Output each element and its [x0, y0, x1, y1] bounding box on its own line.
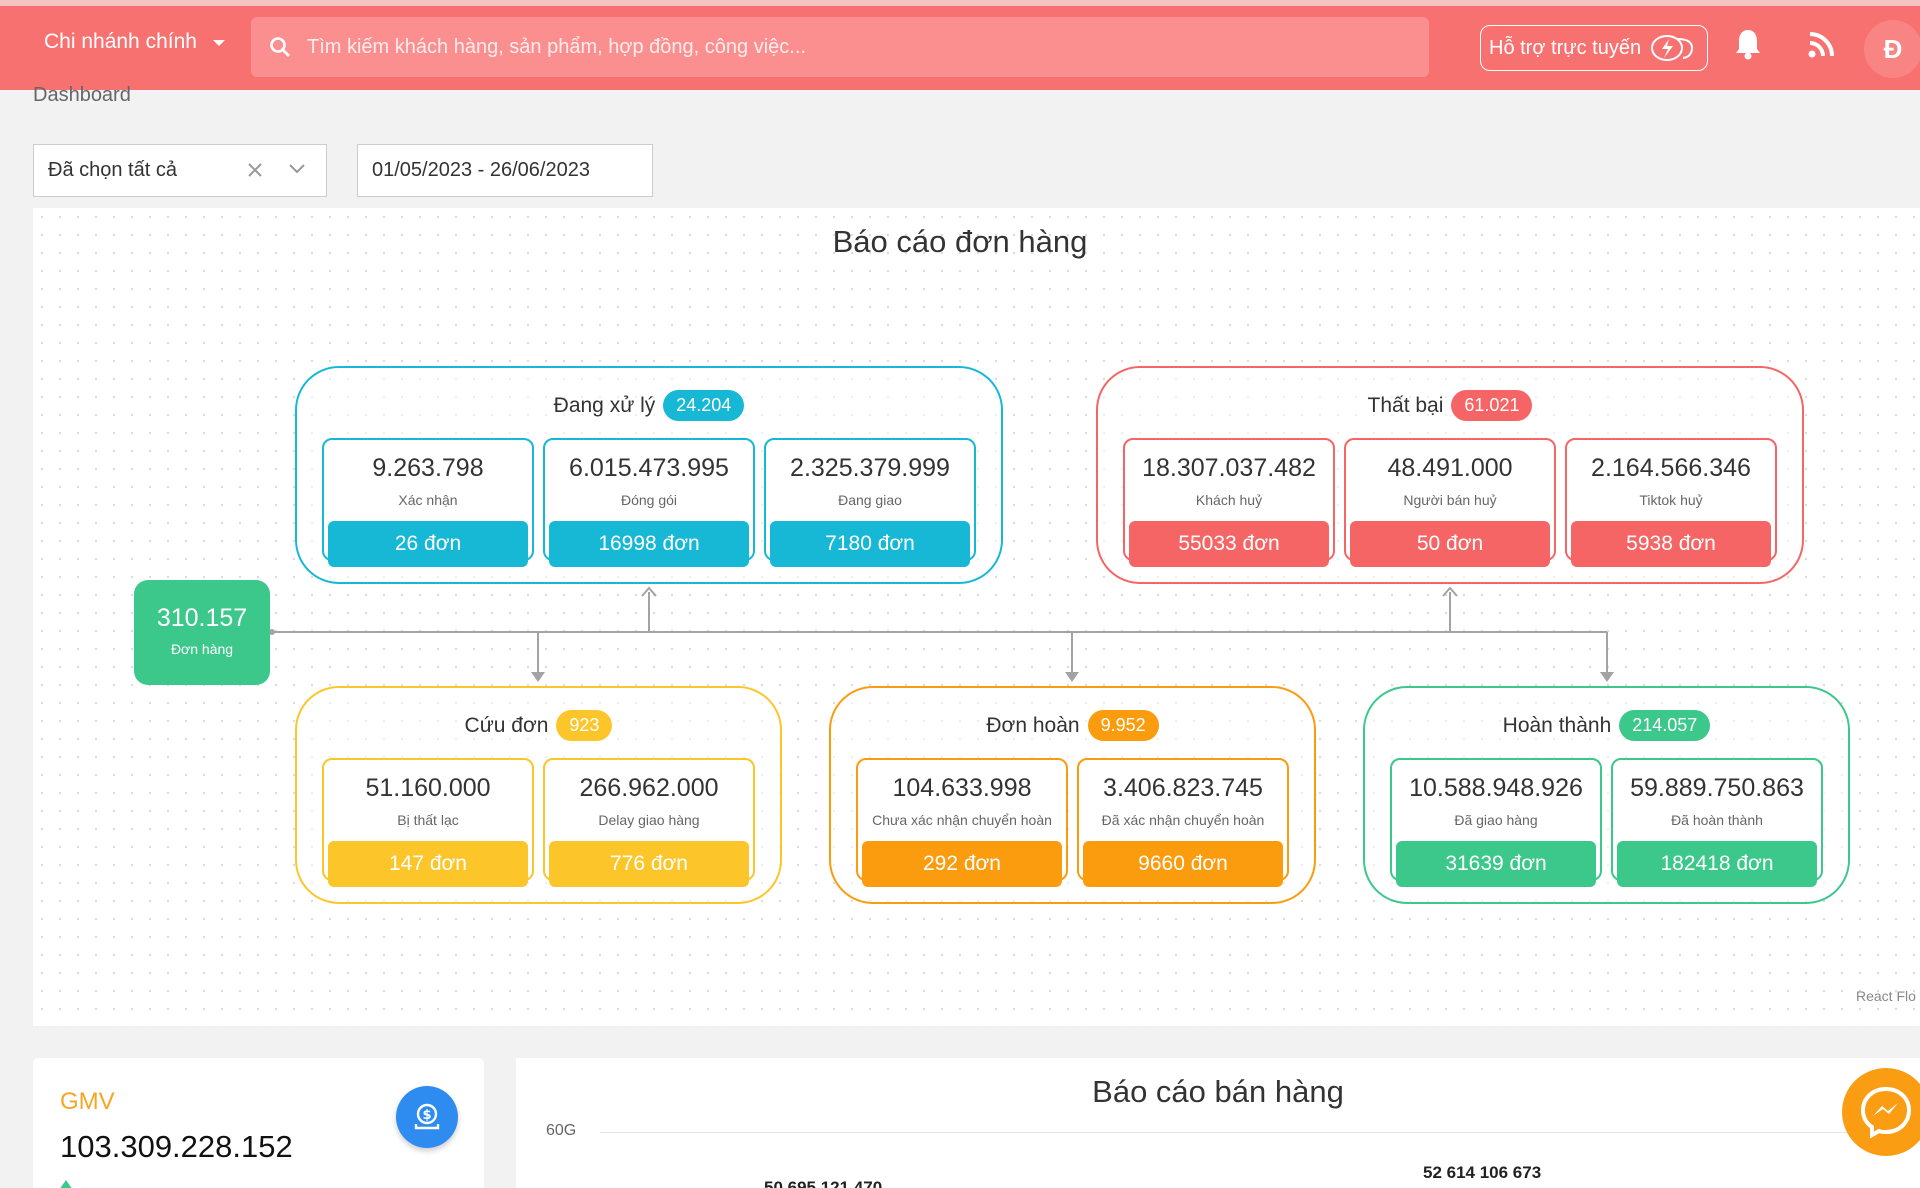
card-finished[interactable]: 59.889.750.863 Đã hoàn thành 182418 đơn: [1611, 758, 1823, 887]
card-lost[interactable]: 51.160.000 Bị thất lạc 147 đơn: [322, 758, 534, 887]
card-value: 3.406.823.745: [1103, 774, 1263, 802]
card-value: 9.263.798: [372, 454, 484, 482]
gmv-title: GMV: [60, 1088, 115, 1115]
group-title: Cứu đơn: [464, 713, 549, 737]
card-label: Đã hoàn thành: [1671, 812, 1763, 828]
card-label: Tiktok huỷ: [1639, 492, 1703, 508]
card-label: Chưa xác nhận chuyển hoàn: [872, 812, 1052, 828]
order-count-button[interactable]: 31639 đơn: [1396, 841, 1596, 887]
gmv-value: 103.309.228.152: [60, 1129, 293, 1164]
gridline: [600, 1132, 1920, 1133]
card-packing[interactable]: 6.015.473.995 Đóng gói 16998 đơn: [543, 438, 755, 567]
card-label: Xác nhận: [398, 492, 458, 508]
total-orders-node[interactable]: 310.157 Đơn hàng: [134, 580, 270, 685]
card-value: 2.325.379.999: [790, 454, 950, 482]
card-value: 10.588.948.926: [1409, 774, 1583, 802]
order-count-button[interactable]: 292 đơn: [862, 841, 1062, 887]
card-confirmed[interactable]: 9.263.798 Xác nhận 26 đơn: [322, 438, 534, 567]
card-value: 59.889.750.863: [1630, 774, 1804, 802]
card-value: 6.015.473.995: [569, 454, 729, 482]
card-label: Khách huỷ: [1195, 492, 1263, 508]
group-title: Hoàn thành: [1502, 713, 1612, 737]
total-orders-label: Đơn hàng: [170, 641, 234, 657]
count-badge: 214.057: [1619, 710, 1711, 741]
y-axis-tick: 60G: [546, 1122, 577, 1139]
card-delivered[interactable]: 10.588.948.926 Đã giao hàng 31639 đơn: [1390, 758, 1602, 887]
order-count-button[interactable]: 182418 đơn: [1617, 841, 1817, 887]
messenger-icon: [1860, 1086, 1912, 1139]
card-label: Người bán huỷ: [1403, 492, 1497, 508]
order-count-button[interactable]: 16998 đơn: [549, 521, 749, 567]
group-processing[interactable]: Đang xử lý 24.204 9.263.798 Xác nhận 26 đơn…: [295, 366, 1003, 584]
card-value: 2.164.566.346: [1591, 454, 1751, 482]
sales-report-panel: Báo cáo bán hàng 60G 50 695 121 470 52 6…: [516, 1058, 1920, 1188]
card-label: Đang giao: [838, 492, 902, 508]
bar-data-label: 50 695 121 470: [764, 1178, 883, 1188]
order-count-button[interactable]: 50 đơn: [1350, 521, 1550, 567]
card-value: 104.633.998: [892, 774, 1032, 802]
money-icon: $: [396, 1086, 458, 1148]
card-value: 266.962.000: [579, 774, 719, 802]
card-value: 18.307.037.482: [1142, 454, 1316, 482]
sales-report-title: Báo cáo bán hàng: [1092, 1074, 1344, 1109]
card-label: Delay giao hàng: [598, 812, 700, 828]
count-badge: 923: [556, 710, 613, 741]
trend-up-icon: [60, 1180, 72, 1188]
bar-data-label: 52 614 106 673: [1423, 1163, 1542, 1182]
messenger-chat-button[interactable]: [1842, 1068, 1920, 1156]
card-value: 48.491.000: [1387, 454, 1513, 482]
card-label: Bị thất lạc: [397, 812, 459, 828]
card-value: 51.160.000: [365, 774, 491, 802]
group-title: Đang xử lý: [553, 393, 656, 417]
card-label: Đã giao hàng: [1454, 812, 1538, 828]
order-count-button[interactable]: 7180 đơn: [770, 521, 970, 567]
card-tiktok-cancel[interactable]: 2.164.566.346 Tiktok huỷ 5938 đơn: [1565, 438, 1777, 567]
card-return-confirmed[interactable]: 3.406.823.745 Đã xác nhận chuyển hoàn 9660…: [1077, 758, 1289, 887]
group-returned[interactable]: Đơn hoàn 9.952 104.633.998 Chưa xác nhận c…: [829, 686, 1316, 904]
order-count-button[interactable]: 55033 đơn: [1129, 521, 1329, 567]
card-shipping[interactable]: 2.325.379.999 Đang giao 7180 đơn: [764, 438, 976, 567]
card-label: Đã xác nhận chuyển hoàn: [1101, 812, 1265, 828]
group-completed[interactable]: Hoàn thành 214.057 10.588.948.926 Đã giao …: [1363, 686, 1850, 904]
order-count-button[interactable]: 26 đơn: [328, 521, 528, 567]
total-orders-value: 310.157: [156, 604, 248, 632]
flow-edges: [269, 586, 1614, 682]
order-count-button[interactable]: 5938 đơn: [1571, 521, 1771, 567]
group-rescue[interactable]: Cứu đơn 923 51.160.000 Bị thất lạc 147 đơn …: [295, 686, 782, 904]
group-title: Thất bại: [1367, 393, 1444, 417]
count-badge: 61.021: [1451, 390, 1533, 421]
card-delayed[interactable]: 266.962.000 Delay giao hàng 776 đơn: [543, 758, 755, 887]
group-title: Đơn hoàn: [986, 713, 1080, 737]
order-count-button[interactable]: 776 đơn: [549, 841, 749, 887]
card-customer-cancel[interactable]: 18.307.037.482 Khách huỷ 55033 đơn: [1123, 438, 1335, 567]
count-badge: 9.952: [1087, 710, 1159, 741]
card-return-unconfirmed[interactable]: 104.633.998 Chưa xác nhận chuyển hoàn 292 …: [856, 758, 1068, 887]
gmv-card: GMV 103.309.228.152 $: [33, 1058, 484, 1188]
group-failed[interactable]: Thất bại 61.021 18.307.037.482 Khách huỷ 55…: [1096, 366, 1804, 584]
count-badge: 24.204: [663, 390, 745, 421]
card-seller-cancel[interactable]: 48.491.000 Người bán huỷ 50 đơn: [1344, 438, 1556, 567]
react-flow-attribution[interactable]: React Flo: [1856, 988, 1916, 1004]
card-label: Đóng gói: [620, 492, 678, 508]
order-count-button[interactable]: 9660 đơn: [1083, 841, 1283, 887]
order-count-button[interactable]: 147 đơn: [328, 841, 528, 887]
svg-text:$: $: [422, 1108, 431, 1123]
